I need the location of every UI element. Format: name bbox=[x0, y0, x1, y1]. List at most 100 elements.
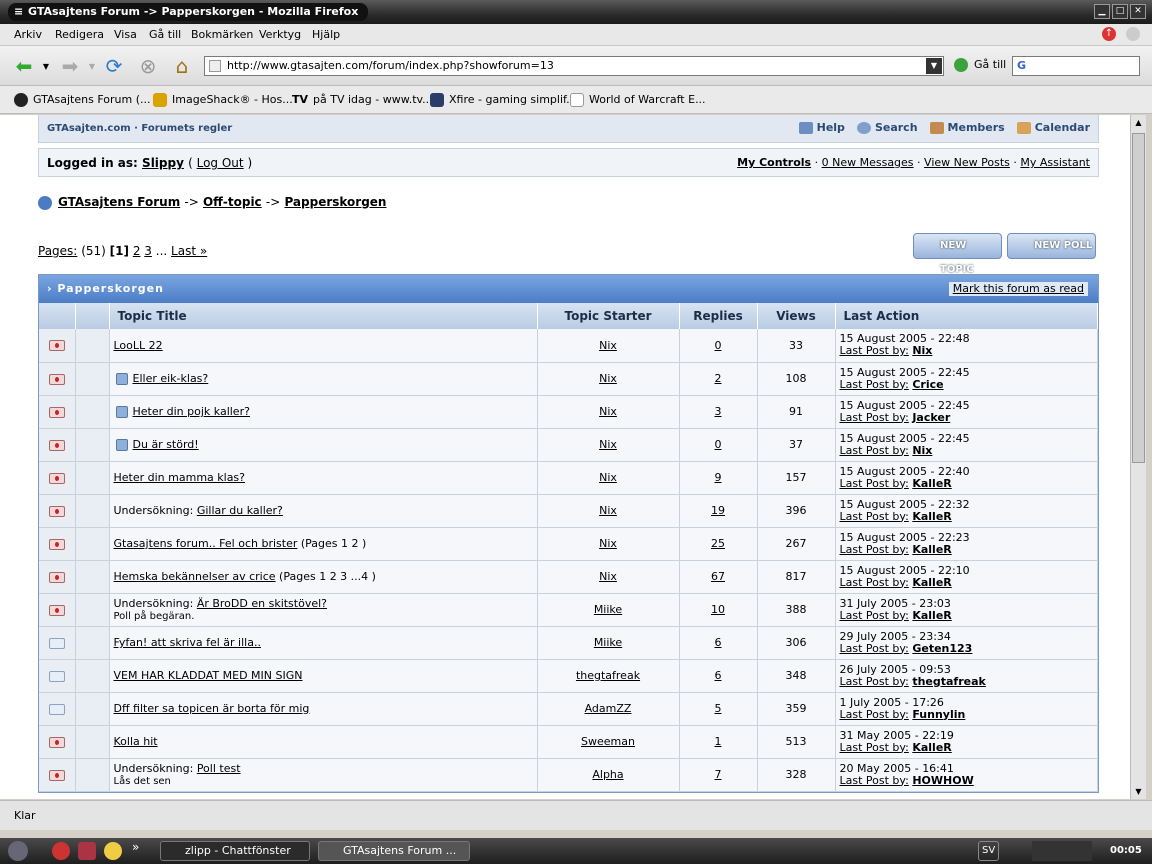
search-engine-icon[interactable]: G bbox=[1017, 59, 1026, 72]
topic-link[interactable]: Kolla hit bbox=[114, 735, 158, 748]
menu-redigera[interactable]: Redigera bbox=[55, 28, 104, 41]
starter-link[interactable]: Sweeman bbox=[581, 735, 635, 748]
replies-link[interactable]: 0 bbox=[715, 339, 722, 352]
header-topic-title[interactable]: Topic Title bbox=[109, 303, 538, 329]
language-indicator[interactable]: SV bbox=[978, 841, 1000, 861]
replies-link[interactable]: 7 bbox=[715, 768, 722, 781]
bookmark-tv[interactable]: TV på TV idag - www.tv... bbox=[292, 93, 433, 106]
last-poster-link[interactable]: Nix bbox=[912, 444, 932, 457]
home-icon[interactable]: ⌂ bbox=[168, 52, 196, 80]
bookmark-xfire[interactable]: Xfire - gaming simplif... bbox=[430, 93, 577, 107]
bookmark-wow[interactable]: World of Warcraft E... bbox=[570, 93, 706, 107]
last-poster-link[interactable]: thegtafreak bbox=[912, 675, 986, 688]
last-post-link[interactable]: Last Post by: bbox=[840, 576, 909, 589]
starter-link[interactable]: Nix bbox=[599, 438, 617, 451]
last-poster-link[interactable]: Funnylin bbox=[912, 708, 965, 721]
my-assistant-link[interactable]: My Assistant bbox=[1020, 156, 1090, 169]
pages-label[interactable]: Pages: bbox=[38, 244, 77, 258]
site-links[interactable]: GTAsajten.com · Forumets regler bbox=[47, 123, 232, 134]
topic-link[interactable]: Dff filter sa topicen är borta för mig bbox=[114, 702, 310, 715]
last-post-link[interactable]: Last Post by: bbox=[840, 609, 909, 622]
last-post-link[interactable]: Last Post by: bbox=[840, 411, 909, 424]
members-link[interactable]: Members bbox=[929, 121, 1005, 134]
last-post-link[interactable]: Last Post by: bbox=[840, 741, 909, 754]
topic-link[interactable]: Eller eik-klas? bbox=[133, 372, 209, 385]
starter-link[interactable]: Miike bbox=[594, 636, 622, 649]
replies-link[interactable]: 10 bbox=[711, 603, 725, 616]
starter-link[interactable]: Nix bbox=[599, 339, 617, 352]
last-post-link[interactable]: Last Post by: bbox=[840, 378, 909, 391]
quicklaunch-firefox-icon[interactable] bbox=[52, 842, 70, 860]
starter-link[interactable]: Nix bbox=[599, 537, 617, 550]
topic-link[interactable]: Poll test bbox=[197, 762, 241, 775]
starter-link[interactable]: thegtafreak bbox=[576, 669, 640, 682]
breadcrumb-forum[interactable]: GTAsajtens Forum bbox=[58, 195, 180, 209]
topic-link[interactable]: VEM HAR KLADDAT MED MIN SIGN bbox=[114, 669, 303, 682]
menu-hjalp[interactable]: Hjälp bbox=[312, 28, 340, 41]
topic-link[interactable]: Är BroDD en skitstövel? bbox=[197, 597, 327, 610]
replies-link[interactable]: 1 bbox=[715, 735, 722, 748]
starter-link[interactable]: Nix bbox=[599, 405, 617, 418]
header-last-action[interactable]: Last Action bbox=[835, 303, 1098, 329]
page-3-link[interactable]: 3 bbox=[144, 244, 152, 258]
new-poll-button[interactable]: NEW POLL bbox=[1007, 233, 1096, 259]
topic-link[interactable]: Gillar du kaller? bbox=[197, 504, 283, 517]
chevron-icon[interactable]: » bbox=[132, 840, 139, 854]
last-poster-link[interactable]: HOWHOW bbox=[912, 774, 973, 787]
scroll-thumb[interactable] bbox=[1132, 133, 1145, 463]
replies-link[interactable]: 3 bbox=[715, 405, 722, 418]
last-post-link[interactable]: Last Post by: bbox=[840, 675, 909, 688]
replies-link[interactable]: 67 bbox=[711, 570, 725, 583]
last-page-link[interactable]: Last » bbox=[171, 244, 207, 258]
scroll-up-icon[interactable]: ▲ bbox=[1131, 115, 1146, 130]
menu-ga-till[interactable]: Gå till bbox=[149, 28, 181, 41]
logout-link[interactable]: Log Out bbox=[197, 156, 244, 170]
replies-link[interactable]: 6 bbox=[715, 669, 722, 682]
bookmark-gtasajten[interactable]: GTAsajtens Forum (... bbox=[14, 93, 150, 107]
breadcrumb-off-topic[interactable]: Off-topic bbox=[203, 195, 262, 209]
window-menu-icon[interactable]: ≡ bbox=[14, 3, 24, 21]
starter-link[interactable]: Nix bbox=[599, 570, 617, 583]
starter-link[interactable]: Nix bbox=[599, 504, 617, 517]
last-poster-link[interactable]: Crice bbox=[912, 378, 943, 391]
last-post-link[interactable]: Last Post by: bbox=[840, 642, 909, 655]
topic-link[interactable]: Heter din pojk kaller? bbox=[133, 405, 250, 418]
go-button[interactable]: Gå till bbox=[954, 58, 1006, 72]
starter-link[interactable]: AdamZZ bbox=[585, 702, 632, 715]
replies-link[interactable]: 19 bbox=[711, 504, 725, 517]
menu-arkiv[interactable]: Arkiv bbox=[14, 28, 42, 41]
header-topic-starter[interactable]: Topic Starter bbox=[537, 303, 680, 329]
view-new-posts-link[interactable]: View New Posts bbox=[924, 156, 1010, 169]
header-replies[interactable]: Replies bbox=[679, 303, 758, 329]
last-poster-link[interactable]: KalleR bbox=[912, 609, 951, 622]
topic-link[interactable]: Fyfan! att skriva fel är illa.. bbox=[114, 636, 261, 649]
last-poster-link[interactable]: KalleR bbox=[912, 543, 951, 556]
last-poster-link[interactable]: KalleR bbox=[912, 510, 951, 523]
last-post-link[interactable]: Last Post by: bbox=[840, 774, 909, 787]
topic-link[interactable]: LooLL 22 bbox=[114, 339, 163, 352]
last-poster-link[interactable]: KalleR bbox=[912, 477, 951, 490]
starter-link[interactable]: Miike bbox=[594, 603, 622, 616]
replies-link[interactable]: 2 bbox=[715, 372, 722, 385]
start-icon[interactable] bbox=[8, 841, 28, 861]
menu-bokmarken[interactable]: Bokmärken bbox=[191, 28, 253, 41]
calendar-link[interactable]: Calendar bbox=[1016, 121, 1090, 134]
stop-icon[interactable]: ⊗ bbox=[134, 52, 162, 80]
url-dropdown-icon[interactable]: ▼ bbox=[926, 58, 942, 74]
new-messages-link[interactable]: 0 New Messages bbox=[822, 156, 914, 169]
topic-link[interactable]: Hemska bekännelser av crice bbox=[114, 570, 276, 583]
menu-verktyg[interactable]: Verktyg bbox=[259, 28, 301, 41]
taskbar-chat-window[interactable]: zlipp - Chattfönster bbox=[160, 841, 310, 861]
last-post-link[interactable]: Last Post by: bbox=[840, 543, 909, 556]
back-dropdown-icon[interactable]: ▼ bbox=[40, 52, 52, 80]
last-poster-link[interactable]: Jacker bbox=[912, 411, 950, 424]
last-post-link[interactable]: Last Post by: bbox=[840, 708, 909, 721]
last-post-link[interactable]: Last Post by: bbox=[840, 510, 909, 523]
last-poster-link[interactable]: Geten123 bbox=[912, 642, 972, 655]
vertical-scrollbar[interactable]: ▲ ▼ bbox=[1130, 115, 1146, 799]
username-link[interactable]: Slippy bbox=[142, 156, 184, 170]
reload-icon[interactable]: ⟳ bbox=[100, 52, 128, 80]
last-post-link[interactable]: Last Post by: bbox=[840, 477, 909, 490]
topic-link[interactable]: Gtasajtens forum.. Fel och brister bbox=[114, 537, 298, 550]
page-2-link[interactable]: 2 bbox=[133, 244, 141, 258]
